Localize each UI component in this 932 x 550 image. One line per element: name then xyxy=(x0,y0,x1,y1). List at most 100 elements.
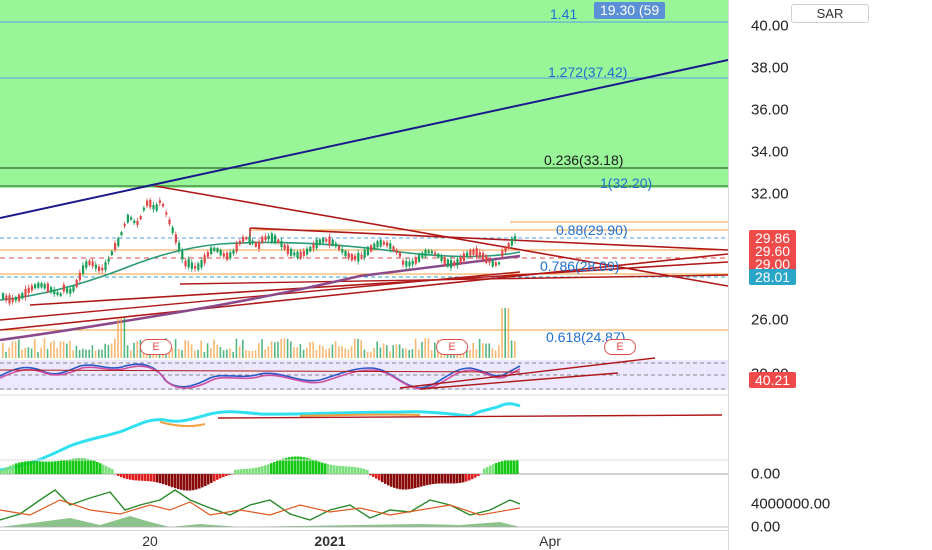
histogram-bar xyxy=(384,474,387,484)
histogram-bar xyxy=(9,465,12,474)
histogram-bar xyxy=(501,461,504,474)
candle-body xyxy=(421,252,424,258)
candle-body xyxy=(104,262,107,271)
candle-body xyxy=(274,235,277,243)
candle-body xyxy=(46,283,49,293)
candle-body xyxy=(168,219,171,225)
histogram-bar xyxy=(411,474,414,489)
candle-body xyxy=(219,249,222,256)
candle-body xyxy=(43,283,46,289)
symbol-button[interactable]: SAR xyxy=(791,4,869,23)
candle-body xyxy=(482,252,485,260)
trend-line-red-4 xyxy=(249,227,728,251)
price-tick-40: 40.00 xyxy=(751,17,789,35)
candle-body xyxy=(203,255,206,264)
candle-body xyxy=(366,246,369,256)
histogram-bar xyxy=(264,465,267,474)
histogram-bar xyxy=(192,474,195,491)
volume-bar xyxy=(382,343,385,358)
volume-bar xyxy=(235,338,238,358)
volume-bar xyxy=(2,342,4,358)
volume-bar xyxy=(101,349,103,358)
volume-bar xyxy=(117,318,119,358)
candle-body xyxy=(149,199,152,208)
candle-body xyxy=(261,236,264,243)
price-tag-2801: 28.01 xyxy=(749,269,797,285)
candle-body xyxy=(162,203,165,207)
histogram-bar xyxy=(57,460,60,474)
chart-area[interactable]: 19.30 (59 1.41 1.272(37.42) 0.236(33.18)… xyxy=(0,0,728,530)
histogram-bar xyxy=(258,466,261,474)
time-label-20: 20 xyxy=(142,533,158,549)
volume-bar xyxy=(254,350,257,358)
candle-body xyxy=(59,293,62,296)
volume-bar xyxy=(14,341,17,358)
histogram-bar xyxy=(144,474,147,481)
candle-body xyxy=(267,235,270,240)
volume-bar xyxy=(312,341,314,358)
earnings-marker-1[interactable]: E xyxy=(140,339,172,355)
volume-bar xyxy=(392,345,394,358)
candle-body xyxy=(235,243,238,252)
volume-bar xyxy=(469,349,471,358)
candle-body xyxy=(453,261,456,266)
histogram-bar xyxy=(156,474,159,483)
candle-body xyxy=(216,248,219,253)
earnings-marker-3[interactable]: E xyxy=(604,339,636,355)
volume-bar xyxy=(347,349,350,358)
time-axis[interactable]: 20 2021 Apr xyxy=(0,530,728,550)
histogram-bar xyxy=(84,458,87,474)
histogram-bar xyxy=(195,474,198,490)
candle-body xyxy=(475,248,478,257)
histogram-bar xyxy=(93,460,96,474)
volume-bar xyxy=(62,341,65,358)
histogram-bar xyxy=(357,467,360,474)
histogram-bar xyxy=(363,469,366,474)
candle-body xyxy=(450,260,453,268)
candle-body xyxy=(126,214,129,223)
volume-bar xyxy=(136,340,138,358)
histogram-bar xyxy=(270,463,273,474)
price-tag-4021: 40.21 xyxy=(749,372,797,388)
volume-bar xyxy=(75,345,78,358)
histogram-bar xyxy=(468,474,471,481)
candle-body xyxy=(88,260,91,265)
histogram-bar xyxy=(87,459,90,474)
volume-bar xyxy=(190,344,193,358)
candle-body xyxy=(232,250,235,254)
candle-body xyxy=(190,262,193,269)
histogram-bar xyxy=(459,474,462,483)
histogram-bar xyxy=(234,469,237,474)
histogram-bar xyxy=(420,474,423,487)
volume-bar xyxy=(350,346,353,358)
histogram-bar xyxy=(300,456,303,474)
candle-body xyxy=(245,237,248,240)
candle-body xyxy=(21,293,24,299)
candle-body xyxy=(437,253,440,258)
histogram-bar xyxy=(354,467,357,474)
volume-bar xyxy=(414,338,417,358)
histogram-bar xyxy=(399,474,402,490)
histogram-bar xyxy=(255,467,258,474)
histogram-bar xyxy=(510,459,513,474)
histogram-series xyxy=(0,456,519,491)
price-tick-34: 34.00 xyxy=(751,143,789,161)
volume-bar xyxy=(315,350,318,358)
fib-label-088: 0.88(29.90) xyxy=(556,222,628,238)
volume-bar xyxy=(427,338,430,358)
trend-line-red-1 xyxy=(154,185,728,287)
candle-body xyxy=(414,257,417,264)
candle-body xyxy=(30,285,33,291)
volume-bar xyxy=(344,348,346,358)
histogram-bar xyxy=(513,459,516,474)
candle-body xyxy=(302,251,305,256)
earnings-marker-2[interactable]: E xyxy=(436,339,468,355)
volume-bar xyxy=(325,349,327,358)
volume-bar xyxy=(104,343,106,358)
volume-bar xyxy=(290,341,292,358)
histogram-bar xyxy=(477,474,480,476)
price-axis[interactable]: SAR 40.00 38.00 36.00 34.00 32.00 26.00 … xyxy=(728,0,932,550)
histogram-bar xyxy=(504,460,507,474)
candle-body xyxy=(398,252,401,257)
volume-bar xyxy=(130,350,132,358)
